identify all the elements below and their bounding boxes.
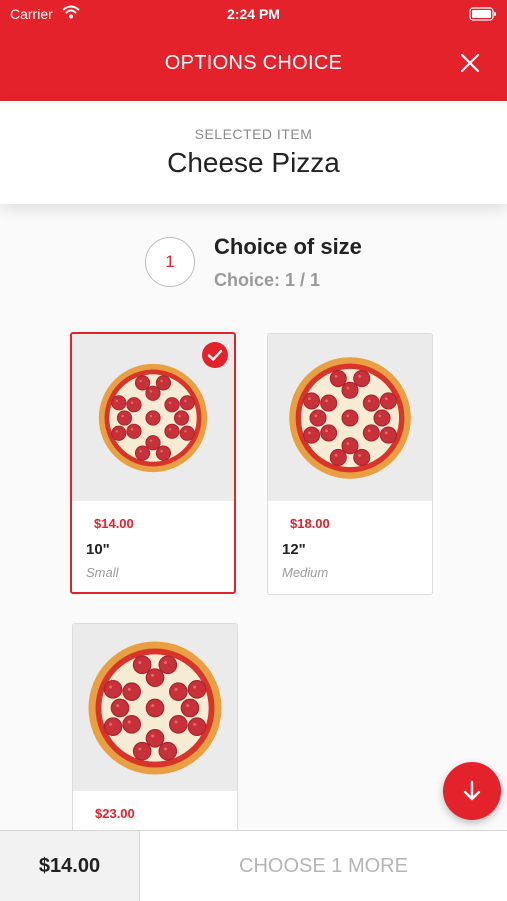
step-number-badge: 1 <box>145 237 195 287</box>
option-card-12-inch[interactable]: $18.00 12" Medium <box>267 333 433 595</box>
status-bar: Carrier 2:24 PM <box>0 0 507 28</box>
option-price: $23.00 <box>95 806 135 821</box>
option-image <box>73 624 237 791</box>
step-title: Choice of size <box>214 234 362 259</box>
order-total: $14.00 <box>0 831 140 901</box>
option-size: 12" <box>282 541 306 558</box>
battery-icon <box>469 7 497 24</box>
scroll-down-button[interactable] <box>443 762 501 820</box>
app-header: Carrier 2:24 PM OPTIONS CHOICE <box>0 0 507 101</box>
pizza-image <box>289 356 411 479</box>
arrow-down-icon <box>463 780 481 801</box>
footer-bar: $14.00 CHOOSE 1 MORE <box>0 830 507 901</box>
option-price: $18.00 <box>290 516 330 531</box>
selected-item-caption: SELECTED ITEM <box>194 126 313 142</box>
selected-item-name: Cheese Pizza <box>167 147 340 178</box>
close-button[interactable] <box>457 50 483 76</box>
status-time: 2:24 PM <box>227 6 280 22</box>
option-price: $14.00 <box>94 516 134 531</box>
selected-item-panel: SELECTED ITEM Cheese Pizza <box>0 101 507 204</box>
option-card-large[interactable]: $23.00 <box>72 623 238 830</box>
pizza-image <box>88 641 222 774</box>
choose-more-button[interactable]: CHOOSE 1 MORE <box>140 831 507 901</box>
option-description: Small <box>86 565 119 580</box>
option-card-10-inch[interactable]: $14.00 10" Small <box>70 332 236 594</box>
page-title: OPTIONS CHOICE <box>164 52 343 74</box>
option-image <box>268 334 432 501</box>
options-content[interactable]: 1 Choice of size Choice: 1 / 1 $14.00 10… <box>0 204 507 830</box>
option-size: 10" <box>86 541 110 558</box>
close-icon <box>460 53 480 73</box>
step-choice-count: Choice: 1 / 1 <box>214 270 321 290</box>
option-description: Medium <box>282 565 329 580</box>
check-circle-icon <box>202 342 228 368</box>
pizza-image <box>98 363 208 472</box>
